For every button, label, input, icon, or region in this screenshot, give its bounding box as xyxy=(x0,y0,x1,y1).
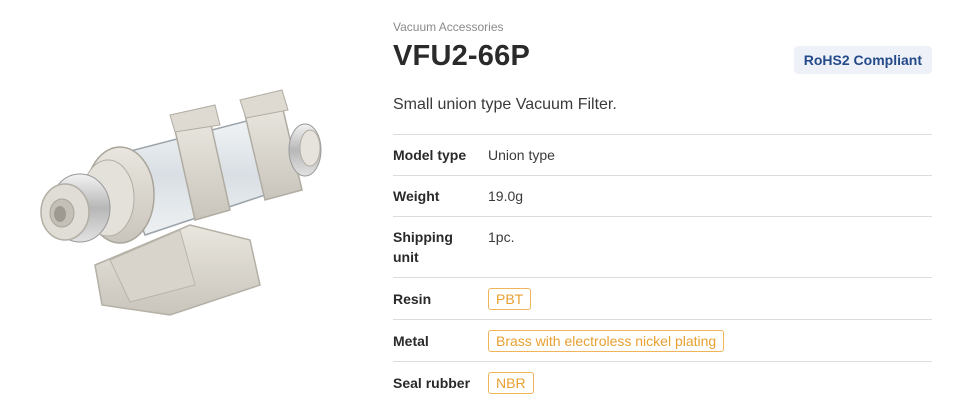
material-tag[interactable]: NBR xyxy=(488,371,534,394)
rohs-badge: RoHS2 Compliant xyxy=(793,46,932,74)
product-title: VFU2-66P xyxy=(393,40,530,72)
spec-label: Shipping unit xyxy=(393,229,453,265)
spec-row-shipping-unit: Shipping unit 1pc. xyxy=(393,216,932,278)
spec-label: Seal rubber xyxy=(393,374,471,391)
spec-value: 1pc. xyxy=(488,229,515,245)
material-tag[interactable]: PBT xyxy=(488,287,532,310)
spec-row-weight: Weight 19.0g xyxy=(393,175,932,217)
spec-label: Model type xyxy=(393,147,467,163)
spec-value: 19.0g xyxy=(488,188,524,204)
spec-value: Union type xyxy=(488,147,555,163)
category-label[interactable]: Vacuum Accessories xyxy=(393,20,504,34)
spec-label: Resin xyxy=(393,290,432,307)
material-tag[interactable]: Brass with electroless nickel plating xyxy=(488,329,725,352)
product-description: Small union type Vacuum Filter. xyxy=(393,96,617,113)
spec-row-metal: Metal Brass with electroless nickel plat… xyxy=(393,319,932,362)
spec-row-model-type: Model type Union type xyxy=(393,134,932,176)
spec-table: Model type Union type Weight 19.0g Shipp… xyxy=(393,134,932,404)
product-image xyxy=(20,70,340,370)
spec-label: Weight xyxy=(393,188,440,204)
spec-label: Metal xyxy=(393,332,429,349)
spec-row-seal-rubber: Seal rubber NBR xyxy=(393,361,932,404)
spec-row-resin: Resin PBT xyxy=(393,277,932,320)
